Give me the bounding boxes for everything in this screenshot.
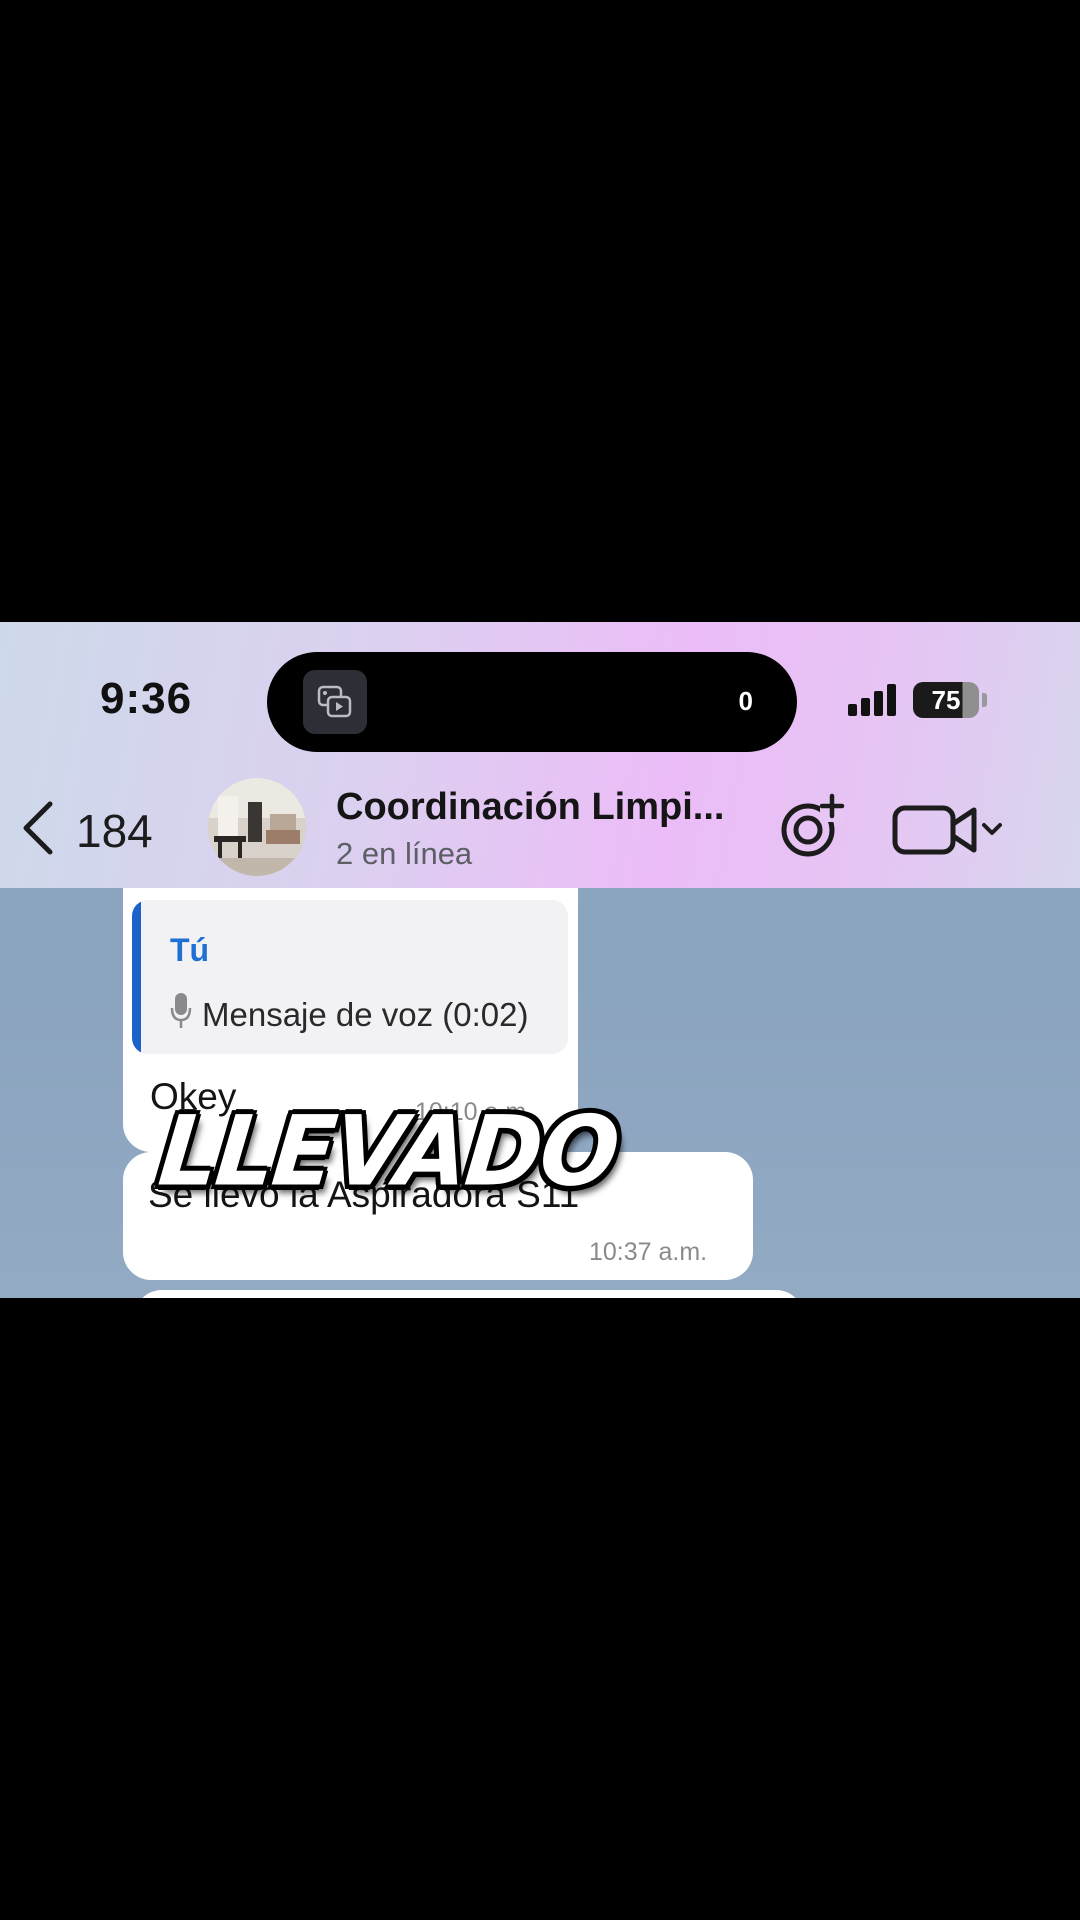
- video-call-button[interactable]: [892, 800, 1004, 865]
- reply-author: Tú: [170, 932, 210, 968]
- camera-plus-icon: [781, 793, 845, 857]
- battery-nub: [982, 693, 987, 707]
- chat-members-online: 2 en línea: [336, 836, 473, 871]
- dynamic-island[interactable]: 0: [267, 652, 797, 752]
- reply-quote[interactable]: Tú Mensaje de voz (0:02): [132, 900, 568, 1054]
- camera-add-button[interactable]: [776, 792, 846, 867]
- reply-voice-label: Mensaje de voz (0:02): [202, 996, 529, 1033]
- reply-accent-bar: [132, 900, 141, 1054]
- message-bubble[interactable]: [134, 1290, 804, 1298]
- chevron-left-icon: [20, 800, 54, 861]
- message-time: 10:37 a.m.: [589, 1238, 708, 1266]
- video-camera-icon: [892, 805, 1002, 855]
- group-avatar[interactable]: [208, 778, 306, 876]
- video-caption-overlay: LLEVADO: [154, 1095, 623, 1208]
- screen-mirror-icon[interactable]: [303, 670, 367, 734]
- unread-count: 184: [76, 804, 153, 857]
- reply-voice-message: Mensaje de voz (0:02): [170, 992, 529, 1038]
- chat-title[interactable]: Coordinación Limpi...: [336, 786, 724, 829]
- chat-screen: Tú Mensaje de voz (0:02) Okey 10:10 a.m.…: [0, 622, 1080, 1298]
- chat-header: 9:36 0 75 184 Coordinación Limpi... 2 en…: [0, 622, 1080, 888]
- status-time: 9:36: [100, 674, 193, 723]
- cellular-signal-icon: [848, 684, 896, 716]
- microphone-icon: [170, 992, 192, 1038]
- island-counter: 0: [738, 686, 753, 716]
- battery-indicator: 75: [913, 682, 979, 718]
- back-button[interactable]: 184: [20, 800, 153, 861]
